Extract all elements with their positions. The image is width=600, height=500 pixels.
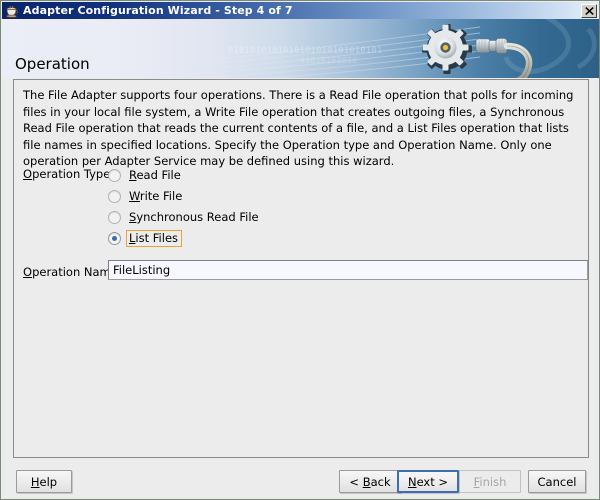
radio-label-write-file: Write File [129,189,183,203]
radio-read-file[interactable]: Read File [108,165,263,186]
operation-type-radio-group: Read File Write File Synchronous Read Fi… [108,165,263,249]
content-panel: The File Adapter supports four operation… [13,79,589,458]
back-button-label: < Back [349,474,391,489]
radio-label-synchronous-read-file: Synchronous Read File [129,210,259,224]
operation-name-label-mnemonic: O [23,265,33,279]
operation-name-input[interactable] [108,260,588,280]
finish-button: Finish [459,470,521,493]
back-button[interactable]: < Back [339,470,401,493]
next-button[interactable]: Next > [397,470,459,493]
close-icon[interactable] [581,4,597,18]
next-button-label: Next > [407,474,449,489]
radio-synchronous-read-file[interactable]: Synchronous Read File [108,207,263,228]
radio-indicator [108,169,121,182]
operation-name-label: Operation Name: [23,265,122,279]
banner-binary-text: 0101010101010101010101010101 [228,46,383,56]
radio-indicator [108,211,121,224]
radio-label-list-files: List Files [126,230,183,247]
radio-list-files[interactable]: List Files [108,228,263,249]
help-button-label: Help [30,474,58,489]
dialog-button-bar: Help < Back Next > Finish Cancel [1,461,599,499]
finish-button-label: Finish [473,474,507,489]
description-text: The File Adapter supports four operation… [23,88,574,168]
cancel-button-label: Cancel [537,474,577,489]
radio-indicator [108,190,121,203]
window-title: Adapter Configuration Wizard - Step 4 of… [23,4,293,17]
cancel-button[interactable]: Cancel [528,470,586,493]
operation-type-label: Operation Type: [23,167,114,181]
java-coffee-cup-icon [5,4,19,18]
window-titlebar: Adapter Configuration Wizard - Step 4 of… [2,2,599,19]
operation-type-label-mnemonic: O [23,167,33,181]
radio-write-file[interactable]: Write File [108,186,263,207]
radio-label-read-file: Read File [129,168,181,182]
operation-type-label-rest: peration Type: [32,167,115,181]
page-title: Operation [15,55,90,73]
banner-binary-text-2: 01010101010 [300,56,357,65]
close-x-glyph [584,7,594,15]
wizard-window: Adapter Configuration Wizard - Step 4 of… [0,0,600,500]
radio-indicator [108,232,121,245]
gear-and-wrench-icon: 0101010101010101010101010101 01010101010 [180,19,597,78]
wizard-banner: 0101010101010101010101010101 01010101010 [2,19,599,78]
help-button[interactable]: Help [16,470,72,493]
